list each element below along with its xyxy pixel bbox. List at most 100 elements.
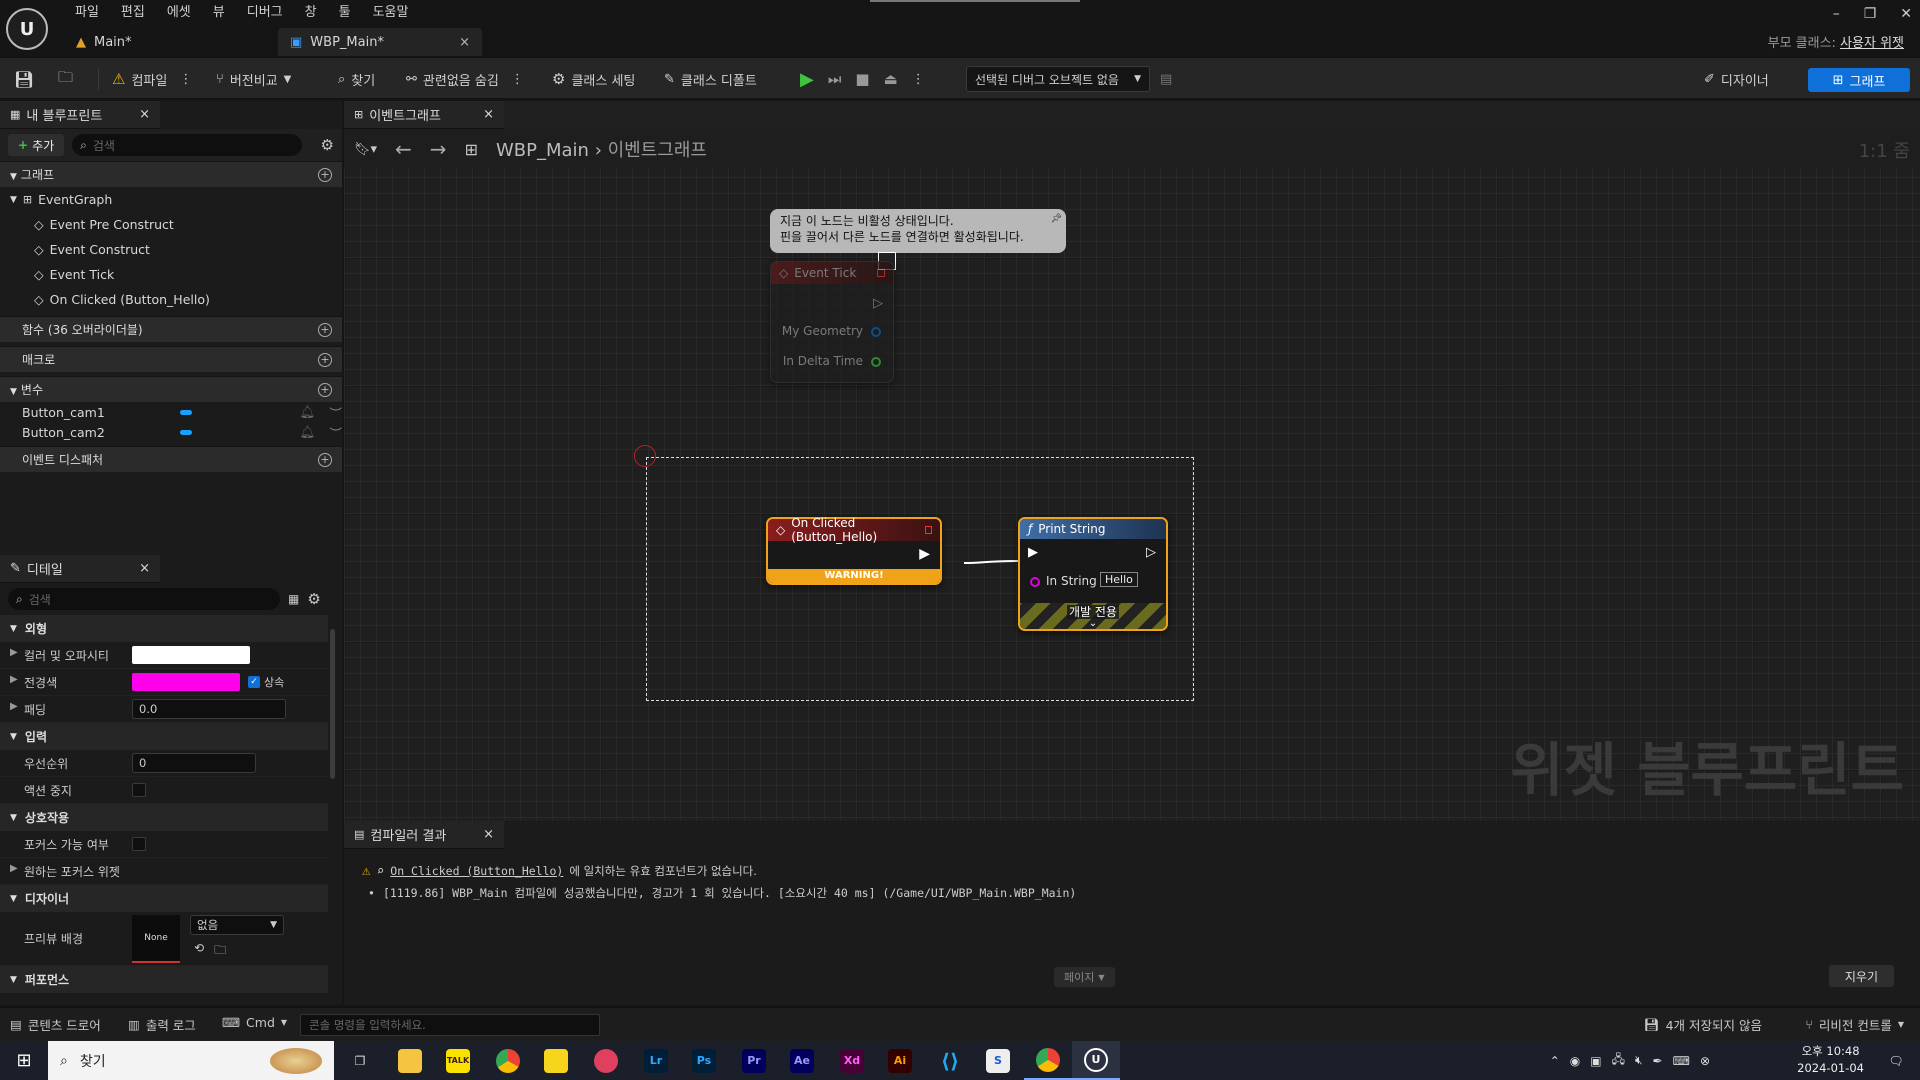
restore-icon[interactable]: ❐ (1864, 6, 1877, 22)
search-input[interactable]: ⌕ 검색 (72, 134, 303, 156)
debug-object-dropdown[interactable]: 선택된 디버그 오브젝트 없음 ▼ (966, 66, 1150, 92)
add-function-icon[interactable]: + (318, 322, 332, 337)
compiler-results-tab[interactable]: ▤ 컴파일러 결과 × (344, 821, 504, 849)
event-graph-tab[interactable]: ⊞ 이벤트그래프 × (344, 101, 504, 129)
taskbar-kakaotalk[interactable]: TALK (434, 1041, 482, 1080)
taskbar-unreal[interactable]: U (1072, 1041, 1120, 1080)
variable-item[interactable]: Button_cam2 🔔︎ ︶ (0, 422, 342, 442)
reset-arrow-icon[interactable]: ⟲ (194, 941, 204, 962)
details-section-input[interactable]: ▼ 입력 (0, 723, 328, 750)
graph-canvas[interactable]: 🔖︎▾ ← → ⊞ WBP_Main › 이벤트그래프 1:1 줌 지금 이 노… (344, 129, 1920, 821)
taskbar-chrome2[interactable] (1024, 1041, 1072, 1080)
gear-icon[interactable]: ⚙ (307, 590, 320, 608)
find-button[interactable]: ⌕ 찾기 (338, 58, 375, 100)
menu-edit[interactable]: 편집 (110, 2, 156, 24)
section-variables[interactable]: ▼ 변수 + (0, 376, 342, 402)
taskbar-xd[interactable]: Xd (828, 1041, 876, 1080)
details-tab[interactable]: ✎ 디테일 × (0, 555, 160, 583)
stop-icon[interactable]: ■ (855, 70, 869, 88)
close-icon[interactable]: × (483, 827, 494, 842)
details-section-interaction[interactable]: ▼ 상호작용 (0, 804, 328, 831)
class-settings-button[interactable]: ⚙ 클래스 세팅 (552, 58, 635, 100)
tree-item-event[interactable]: ◇ Event Tick (0, 262, 342, 287)
browse-button[interactable]: 🗀 (58, 58, 73, 100)
taskbar-chrome[interactable] (484, 1041, 532, 1080)
warning-node-link[interactable]: On Clicked (Button_Hello) (390, 864, 563, 878)
tab-wbp-main[interactable]: ▣ WBP_Main* × (278, 28, 482, 56)
tree-item-event[interactable]: ◇ Event Pre Construct (0, 212, 342, 237)
clock[interactable]: 오후 10:48 2024-01-04 (1797, 1043, 1864, 1077)
unsaved-button[interactable]: 💾︎ 4개 저장되지 않음 (1644, 1015, 1762, 1034)
keyboard-icon[interactable]: ⌨ (1673, 1054, 1690, 1068)
delegate-pin-icon[interactable] (925, 526, 932, 534)
taskbar-premiere[interactable]: Pr (730, 1041, 778, 1080)
variable-item[interactable]: Button_cam1 🔔︎ ︶ (0, 402, 342, 422)
close-icon[interactable]: × (459, 35, 470, 50)
menu-help[interactable]: 도움말 (362, 2, 420, 24)
taskbar-app[interactable] (582, 1041, 630, 1080)
graph-mode-button[interactable]: ⊞ 그래프 (1808, 68, 1910, 92)
close-circle-icon[interactable]: ⊗ (1700, 1054, 1710, 1068)
menu-view[interactable]: 뷰 (202, 2, 236, 24)
output-log-button[interactable]: ▥ 출력 로그 (128, 1015, 196, 1034)
caret-right-icon[interactable]: ▶ (10, 674, 18, 685)
my-blueprint-tab[interactable]: ▦ 내 블루프린트 × (0, 101, 160, 129)
close-icon[interactable]: × (139, 561, 150, 576)
bell-icon[interactable]: 🔔︎ (300, 404, 316, 420)
color-swatch-white[interactable] (132, 646, 250, 664)
tree-item-event[interactable]: ◇ On Clicked (Button_Hello) (0, 287, 342, 312)
compile-button[interactable]: ⚠ 컴파일 ⋮ (112, 58, 192, 100)
pen-icon[interactable]: ✒ (1653, 1054, 1663, 1068)
details-scrollbar[interactable] (330, 629, 335, 779)
section-macros[interactable]: 매크로 + (0, 346, 342, 372)
task-view-button[interactable]: ❐ (336, 1041, 384, 1080)
caret-right-icon[interactable]: ▶ (10, 863, 18, 874)
taskbar-photoshop[interactable]: Ps (680, 1041, 728, 1080)
start-button[interactable]: ⊞ (0, 1041, 48, 1080)
hide-unrelated-button[interactable]: ⚯ 관련없음 숨김 ⋮ (406, 58, 524, 100)
taskbar-illustrator[interactable]: Ai (876, 1041, 924, 1080)
page-button[interactable]: 페이지 ▼ (1054, 967, 1115, 987)
on-clicked-node[interactable]: ◇ On Clicked (Button_Hello) ▶ WARNING! (766, 516, 942, 585)
save-button[interactable]: 💾︎ (14, 58, 34, 100)
menu-window[interactable]: 창 (294, 2, 328, 24)
diff-button[interactable]: ⑂ 버전비교 ▼ (216, 58, 291, 100)
close-window-icon[interactable]: ✕ (1900, 6, 1912, 22)
print-string-node[interactable]: ƒ Print String ▶ ▷ In String Hello 개발 전용… (1018, 517, 1168, 631)
taskbar-app2[interactable]: S (974, 1041, 1022, 1080)
string-pin-icon[interactable] (1030, 577, 1040, 587)
taskbar-sticky-notes[interactable] (532, 1041, 580, 1080)
close-icon[interactable]: × (483, 107, 494, 122)
section-event-dispatchers[interactable]: 이벤트 디스패처 + (0, 446, 342, 472)
preview-bg-dropdown[interactable]: 없음 ▼ (190, 915, 284, 935)
network-icon[interactable]: 🖧︎ (1612, 1050, 1625, 1071)
tree-item-eventgraph[interactable]: ▼ ⊞ EventGraph (0, 187, 342, 212)
expand-chevron-icon[interactable]: ⌄ (1020, 619, 1166, 629)
content-drawer-button[interactable]: ▤ 콘텐츠 드로어 (10, 1015, 101, 1034)
chevron-up-icon[interactable]: ⌃ (1550, 1054, 1560, 1068)
details-section-appearance[interactable]: ▼ 외형 (0, 615, 328, 642)
designer-mode-button[interactable]: ✐ 디자이너 (1704, 58, 1769, 100)
exec-out-pin-icon[interactable]: ▶ (919, 546, 930, 562)
exec-in-pin-icon[interactable]: ▶ (1028, 545, 1038, 560)
tree-item-event[interactable]: ◇ Event Construct (0, 237, 342, 262)
padding-input[interactable]: 0.0 (132, 699, 286, 719)
tray-camera-icon[interactable]: ▣ (1590, 1054, 1601, 1068)
add-dispatcher-icon[interactable]: + (318, 452, 332, 467)
menu-tools[interactable]: 툴 (328, 2, 362, 24)
visibility-icon[interactable]: ︶ (329, 403, 342, 422)
tab-main-level[interactable]: ▲ Main* (64, 28, 274, 56)
focusable-checkbox[interactable] (132, 837, 146, 851)
gear-icon[interactable]: ⚙ (321, 136, 334, 154)
add-variable-icon[interactable]: + (318, 382, 332, 397)
more-icon[interactable]: ⋮ (912, 72, 925, 87)
exec-out-pin-icon[interactable]: ▷ (1146, 545, 1156, 560)
taskbar-after-effects[interactable]: Ae (778, 1041, 826, 1080)
debug-filter-button[interactable]: ▤ (1160, 58, 1172, 100)
add-button[interactable]: + 추가 (8, 134, 65, 156)
console-input[interactable]: 콘솔 명령을 입력하세요. (300, 1014, 600, 1036)
caret-right-icon[interactable]: ▶ (10, 701, 18, 712)
preview-bg-thumbnail[interactable]: None (132, 914, 180, 963)
minimize-icon[interactable]: – (1833, 6, 1840, 22)
menu-debug[interactable]: 디버그 (236, 2, 294, 24)
